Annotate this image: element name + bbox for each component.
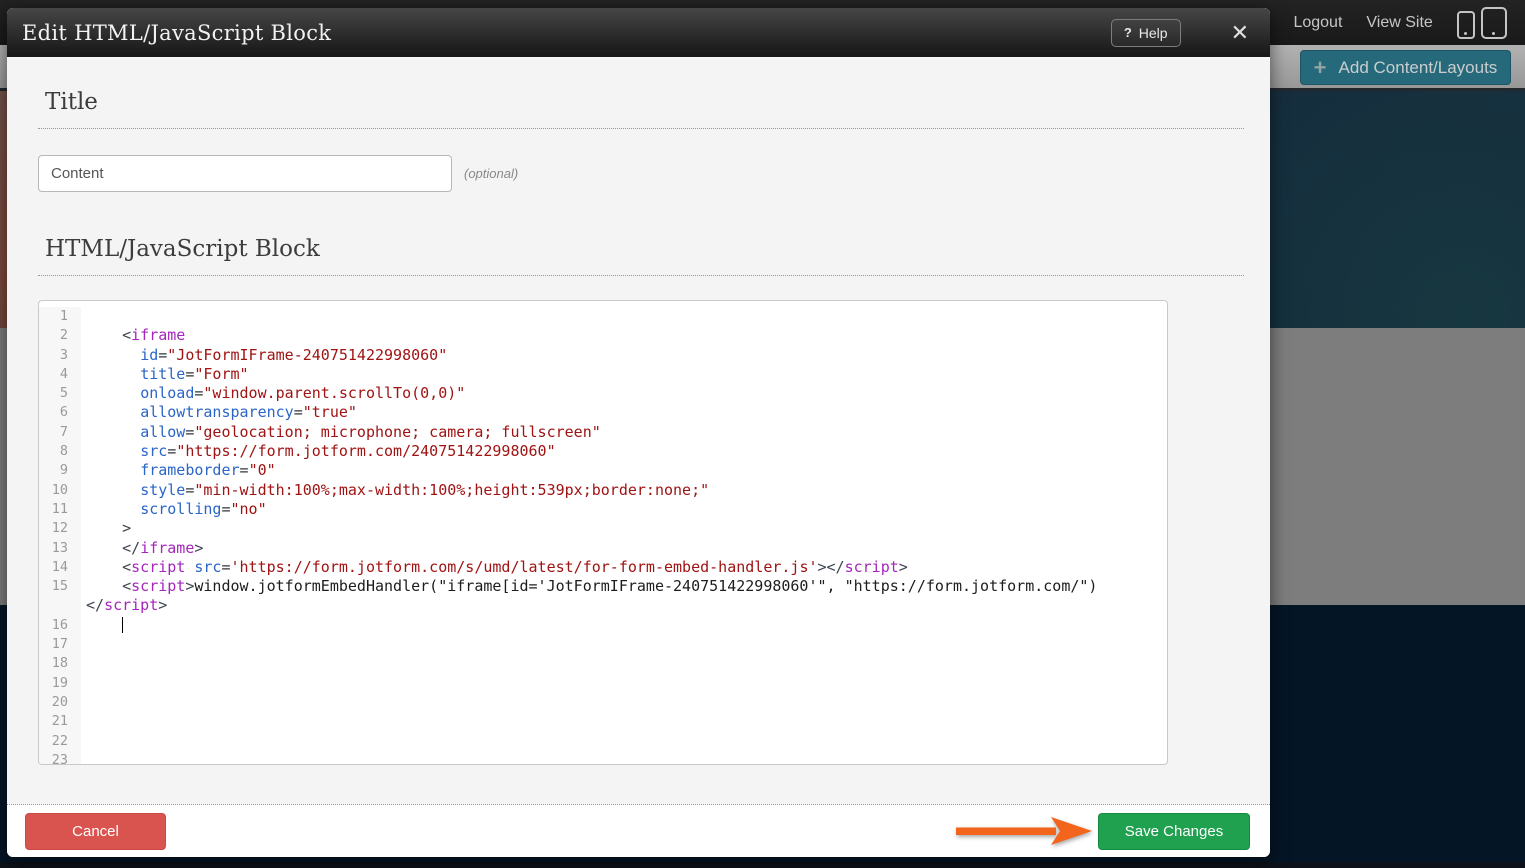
edit-html-block-modal: Edit HTML/JavaScript Block ? Help ✕ Titl… (7, 8, 1270, 857)
code-line: 18 (39, 654, 1167, 673)
annotation-arrow-icon (956, 817, 1092, 845)
help-button[interactable]: ? Help (1111, 19, 1181, 47)
modal-header: Edit HTML/JavaScript Block ? Help ✕ (7, 8, 1270, 57)
optional-note: (optional) (464, 166, 518, 181)
code-line: 7 allow="geolocation; microphone; camera… (39, 423, 1167, 442)
modal-title: Edit HTML/JavaScript Block (22, 21, 331, 45)
plus-icon: + (1314, 57, 1327, 79)
title-section-heading: Title (38, 89, 1244, 115)
code-line: 21 (39, 712, 1167, 731)
help-label: Help (1139, 25, 1168, 41)
question-mark-icon: ? (1124, 25, 1132, 40)
code-line: 13 </iframe> (39, 539, 1167, 558)
code-line: 15 <script>window.jotformEmbedHandler("i… (39, 577, 1167, 596)
code-line: </script> (39, 596, 1167, 615)
code-line: 3 id="JotFormIFrame-240751422998060" (39, 346, 1167, 365)
code-line: 9 frameborder="0" (39, 461, 1167, 480)
code-line: 11 scrolling="no" (39, 500, 1167, 519)
add-content-layouts-button[interactable]: + Add Content/Layouts (1300, 50, 1511, 85)
add-content-layouts-label: Add Content/Layouts (1339, 58, 1498, 78)
title-input[interactable] (38, 155, 452, 192)
modal-footer: Cancel Save Changes (7, 804, 1270, 857)
phone-preview-icon[interactable] (1457, 11, 1475, 39)
code-line: 1 (39, 307, 1167, 326)
code-line: 17 (39, 635, 1167, 654)
logout-link[interactable]: Logout (1293, 14, 1342, 32)
code-line: 22 (39, 732, 1167, 751)
code-line: 2 <iframe (39, 326, 1167, 345)
divider (38, 128, 1244, 129)
code-line: 5 onload="window.parent.scrollTo(0,0)" (39, 384, 1167, 403)
code-line: 23 (39, 751, 1167, 765)
page: t Logout View Site + Add Content/Layouts… (0, 0, 1525, 868)
code-line: 10 style="min-width:100%;max-width:100%;… (39, 481, 1167, 500)
close-icon[interactable]: ✕ (1225, 20, 1255, 46)
device-preview-icons (1457, 7, 1507, 39)
divider (38, 275, 1244, 276)
code-line: 14 <script src='https://form.jotform.com… (39, 558, 1167, 577)
save-changes-button[interactable]: Save Changes (1098, 813, 1250, 850)
title-input-row: (optional) (38, 155, 1244, 192)
modal-body: Title (optional) HTML/JavaScript Block 1… (7, 57, 1270, 804)
site-bottom-strip (0, 862, 1525, 868)
code-line: 4 title="Form" (39, 365, 1167, 384)
code-line: 20 (39, 693, 1167, 712)
code-line: 8 src="https://form.jotform.com/24075142… (39, 442, 1167, 461)
code-lines: 12 <iframe3 id="JotFormIFrame-2407514229… (39, 307, 1167, 765)
code-editor[interactable]: 12 <iframe3 id="JotFormIFrame-2407514229… (38, 300, 1168, 765)
code-line: 6 allowtransparency="true" (39, 403, 1167, 422)
tablet-preview-icon[interactable] (1481, 7, 1507, 39)
view-site-link[interactable]: View Site (1366, 14, 1432, 32)
code-line: 12 > (39, 519, 1167, 538)
cancel-button[interactable]: Cancel (25, 813, 166, 850)
block-section-heading: HTML/JavaScript Block (38, 236, 1244, 262)
code-line: 19 (39, 674, 1167, 693)
code-line: 16 (39, 616, 1167, 635)
topbar-links: t Logout View Site (1265, 0, 1507, 45)
